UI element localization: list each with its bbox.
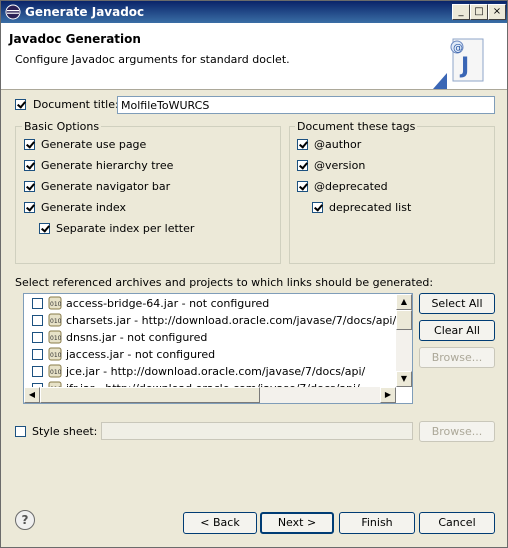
style-sheet-input[interactable] bbox=[101, 422, 413, 440]
svg-text:010: 010 bbox=[50, 369, 62, 376]
cancel-button[interactable]: Cancel bbox=[419, 512, 495, 534]
style-sheet-checkbox[interactable] bbox=[15, 426, 26, 437]
javadoc-wizard-icon: @ J bbox=[433, 38, 484, 89]
list-item[interactable]: 010 jaccess.jar - not configured bbox=[24, 346, 396, 363]
author-tag-label: @author bbox=[314, 138, 362, 151]
maximize-button[interactable]: □ bbox=[470, 4, 488, 20]
scroll-thumb[interactable] bbox=[396, 310, 412, 330]
window-title: Generate Javadoc bbox=[25, 5, 145, 19]
title-bar: Generate Javadoc _ □ × bbox=[1, 1, 507, 23]
scroll-left-icon[interactable]: ◀ bbox=[24, 387, 40, 403]
back-button[interactable]: < Back bbox=[183, 512, 257, 534]
deprecated-list-label: deprecated list bbox=[329, 201, 412, 214]
scroll-up-icon[interactable]: ▲ bbox=[396, 294, 412, 310]
document-title-value: MolfileToWURCS bbox=[121, 99, 210, 112]
minimize-button[interactable]: _ bbox=[452, 4, 470, 20]
jar-icon: 010 bbox=[48, 347, 62, 361]
basic-options-legend: Basic Options bbox=[22, 120, 102, 133]
row-checkbox[interactable] bbox=[32, 349, 43, 360]
select-all-button[interactable]: Select All bbox=[419, 293, 495, 314]
author-tag-checkbox[interactable] bbox=[297, 139, 308, 150]
style-sheet-browse-button[interactable]: Browse... bbox=[419, 421, 495, 442]
svg-text:010: 010 bbox=[50, 301, 62, 308]
generate-use-page-label: Generate use page bbox=[41, 138, 147, 151]
svg-text:010: 010 bbox=[50, 335, 62, 342]
row-text: dnsns.jar - not configured bbox=[66, 331, 208, 344]
version-tag-label: @version bbox=[314, 159, 366, 172]
svg-text:@: @ bbox=[453, 43, 463, 54]
list-item[interactable]: 010 jce.jar - http://download.oracle.com… bbox=[24, 363, 396, 380]
svg-text:010: 010 bbox=[50, 352, 62, 359]
generate-hierarchy-tree-checkbox[interactable] bbox=[24, 160, 35, 171]
row-text: access-bridge-64.jar - not configured bbox=[66, 297, 270, 310]
generate-navigator-bar-label: Generate navigator bar bbox=[41, 180, 171, 193]
document-title-checkbox[interactable] bbox=[15, 99, 26, 110]
eclipse-icon bbox=[5, 4, 21, 20]
svg-text:J: J bbox=[459, 54, 469, 79]
deprecated-tag-checkbox[interactable] bbox=[297, 181, 308, 192]
next-button[interactable]: Next > bbox=[260, 512, 334, 534]
row-checkbox[interactable] bbox=[32, 332, 43, 343]
finish-button[interactable]: Finish bbox=[339, 512, 415, 534]
list-item[interactable]: 010 access-bridge-64.jar - not configure… bbox=[24, 295, 396, 312]
wizard-header: Javadoc Generation Configure Javadoc arg… bbox=[1, 23, 507, 90]
document-title-label: Document title: bbox=[33, 98, 119, 111]
javadoc-dialog: Generate Javadoc _ □ × Javadoc Generatio… bbox=[0, 0, 508, 548]
row-checkbox[interactable] bbox=[32, 366, 43, 377]
document-tags-legend: Document these tags bbox=[295, 120, 418, 133]
jar-icon: 010 bbox=[48, 313, 62, 327]
list-item[interactable]: 010 dnsns.jar - not configured bbox=[24, 329, 396, 346]
close-button[interactable]: × bbox=[488, 4, 506, 20]
page-description: Configure Javadoc arguments for standard… bbox=[15, 53, 290, 66]
document-title-input[interactable]: MolfileToWURCS bbox=[117, 96, 495, 114]
jar-icon: 010 bbox=[48, 330, 62, 344]
version-tag-checkbox[interactable] bbox=[297, 160, 308, 171]
page-title: Javadoc Generation bbox=[9, 32, 141, 46]
separate-index-label: Separate index per letter bbox=[56, 222, 195, 235]
generate-index-checkbox[interactable] bbox=[24, 202, 35, 213]
help-icon[interactable]: ? bbox=[15, 510, 35, 530]
row-text: charsets.jar - http://download.oracle.co… bbox=[66, 314, 397, 327]
generate-navigator-bar-checkbox[interactable] bbox=[24, 181, 35, 192]
style-sheet-label: Style sheet: bbox=[32, 425, 98, 438]
deprecated-list-checkbox[interactable] bbox=[312, 202, 323, 213]
row-text: jce.jar - http://download.oracle.com/jav… bbox=[66, 365, 366, 378]
jar-icon: 010 bbox=[48, 296, 62, 310]
hscroll-thumb[interactable] bbox=[40, 387, 260, 403]
generate-index-label: Generate index bbox=[41, 201, 126, 214]
separate-index-checkbox[interactable] bbox=[39, 223, 50, 234]
archives-list[interactable]: 010 access-bridge-64.jar - not configure… bbox=[23, 293, 413, 404]
deprecated-tag-label: @deprecated bbox=[314, 180, 388, 193]
jar-icon: 010 bbox=[48, 364, 62, 378]
scroll-down-icon[interactable]: ▼ bbox=[396, 371, 412, 387]
list-item[interactable]: 010 charsets.jar - http://download.oracl… bbox=[24, 312, 396, 329]
vertical-scrollbar[interactable]: ▲ ▼ bbox=[396, 294, 412, 387]
horizontal-scrollbar[interactable]: ◀ ▶ bbox=[24, 387, 396, 403]
row-checkbox[interactable] bbox=[32, 315, 43, 326]
generate-use-page-checkbox[interactable] bbox=[24, 139, 35, 150]
archives-label: Select referenced archives and projects … bbox=[15, 276, 434, 289]
generate-hierarchy-tree-label: Generate hierarchy tree bbox=[41, 159, 174, 172]
scroll-right-icon[interactable]: ▶ bbox=[380, 387, 396, 403]
clear-all-button[interactable]: Clear All bbox=[419, 320, 495, 341]
row-checkbox[interactable] bbox=[32, 298, 43, 309]
svg-text:010: 010 bbox=[50, 318, 62, 325]
row-text: jaccess.jar - not configured bbox=[66, 348, 216, 361]
archives-browse-button[interactable]: Browse... bbox=[419, 347, 495, 368]
